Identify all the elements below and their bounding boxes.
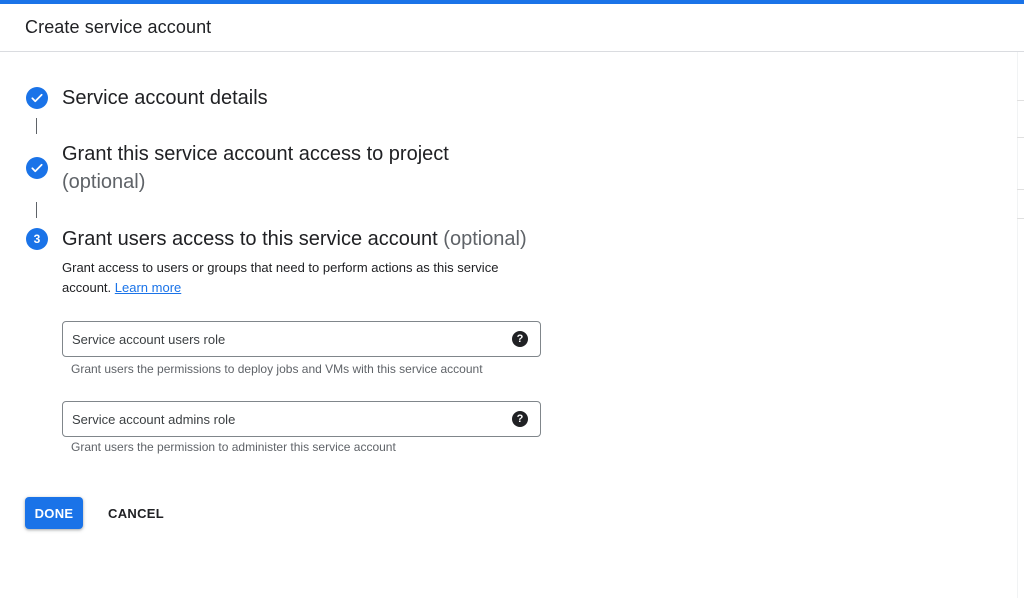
done-button[interactable]: DONE bbox=[25, 497, 83, 529]
step-grant-project-access[interactable]: Grant this service account access to pro… bbox=[62, 140, 449, 196]
service-account-users-role-field[interactable]: ? bbox=[62, 321, 541, 357]
check-icon bbox=[26, 87, 48, 109]
step-connector bbox=[36, 202, 37, 218]
step-title: Grant users access to this service accou… bbox=[62, 228, 438, 250]
step-description: Grant access to users or groups that nee… bbox=[62, 258, 532, 298]
right-panel-divider bbox=[1017, 218, 1024, 219]
service-account-admins-role-field[interactable]: ? bbox=[62, 401, 541, 437]
right-panel-divider bbox=[1017, 189, 1024, 190]
step-title: Grant this service account access to pro… bbox=[62, 143, 449, 165]
help-icon[interactable]: ? bbox=[512, 411, 528, 427]
step-grant-users-access[interactable]: Grant users access to this service accou… bbox=[62, 225, 527, 253]
right-panel-divider bbox=[1017, 100, 1024, 101]
step-number: 3 bbox=[33, 232, 41, 246]
right-panel-divider bbox=[1017, 137, 1024, 138]
page-title: Create service account bbox=[25, 17, 212, 37]
learn-more-link[interactable]: Learn more bbox=[115, 280, 181, 295]
admins-role-hint: Grant users the permission to administer… bbox=[71, 440, 396, 454]
optional-label: (optional) bbox=[62, 171, 146, 193]
service-account-users-role-input[interactable] bbox=[72, 331, 512, 347]
help-icon[interactable]: ? bbox=[512, 331, 528, 347]
step-number-badge: 3 bbox=[26, 228, 48, 250]
step-service-account-details[interactable]: Service account details bbox=[62, 84, 268, 112]
check-icon bbox=[26, 157, 48, 179]
page-header: Create service account bbox=[0, 4, 1024, 52]
users-role-hint: Grant users the permissions to deploy jo… bbox=[71, 362, 483, 376]
cancel-button[interactable]: CANCEL bbox=[96, 497, 176, 529]
right-panel-edge bbox=[1017, 52, 1018, 598]
step-title: Service account details bbox=[62, 87, 268, 109]
optional-label: (optional) bbox=[443, 228, 527, 250]
step-connector bbox=[36, 118, 37, 134]
service-account-admins-role-input[interactable] bbox=[72, 411, 512, 427]
